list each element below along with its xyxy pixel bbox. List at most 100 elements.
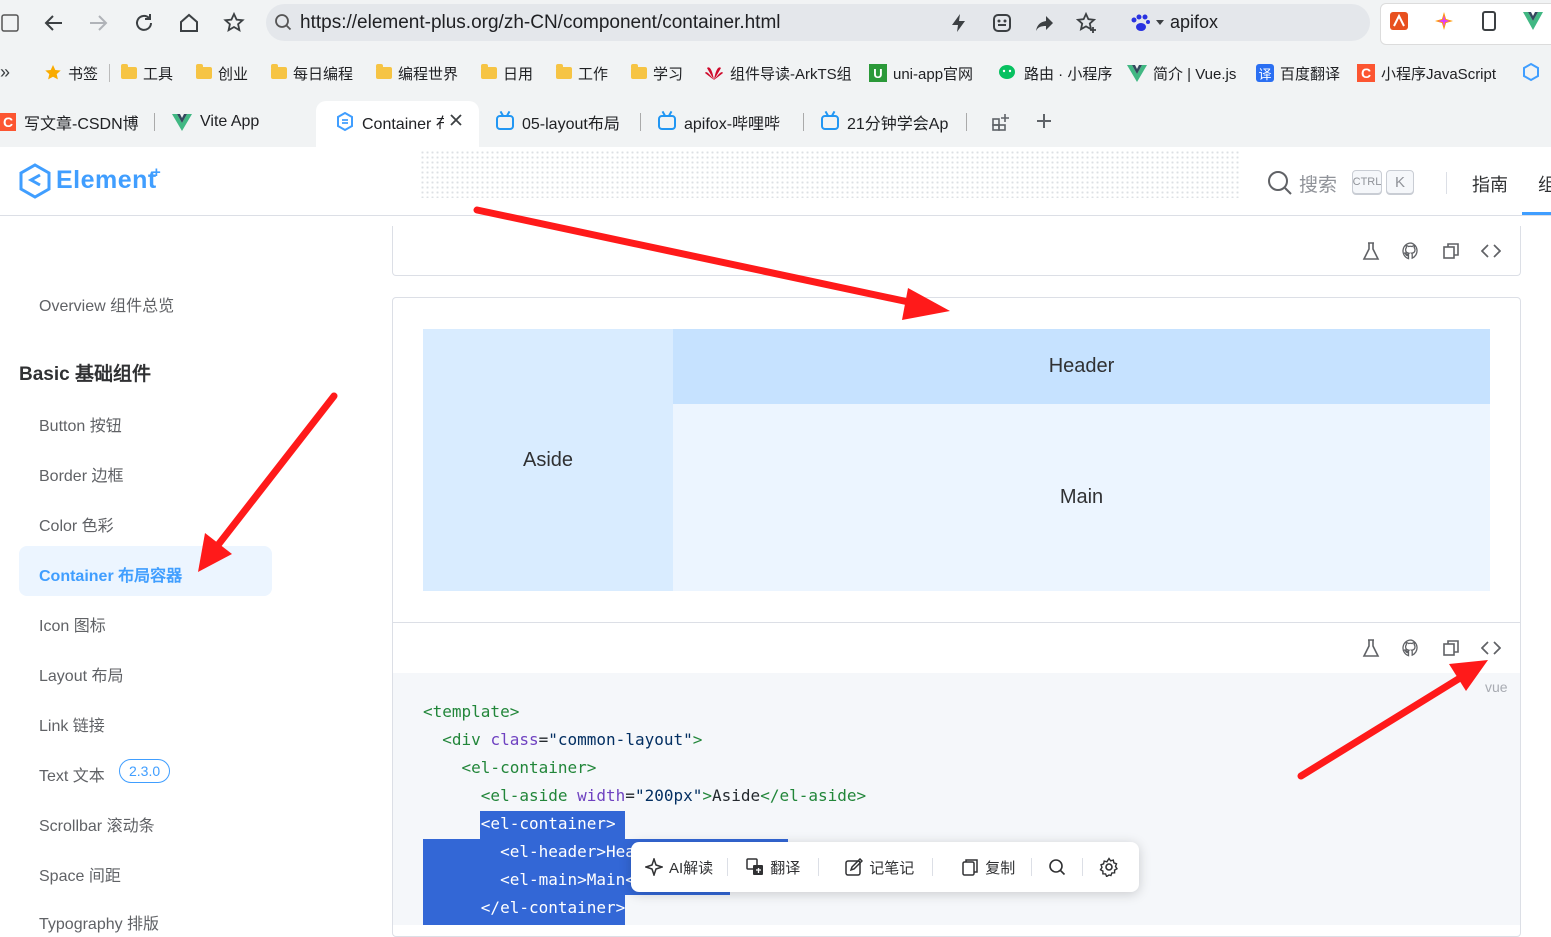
sidebar-item-icon[interactable]: Icon 图标 bbox=[39, 612, 106, 636]
bookmark-folder[interactable]: 工作 bbox=[556, 62, 608, 84]
element-logo-icon[interactable] bbox=[18, 163, 52, 199]
sidebar-item-link[interactable]: Link 链接 bbox=[39, 712, 105, 736]
bookmark-item[interactable]: 译 百度翻译 bbox=[1256, 62, 1340, 84]
nav-guide[interactable]: 指南 bbox=[1472, 171, 1508, 197]
bookmark-folder[interactable]: 日用 bbox=[481, 62, 533, 84]
github-icon[interactable] bbox=[1399, 239, 1423, 263]
bookmark-label: uni-app官网 bbox=[893, 65, 974, 83]
tab-groups-icon[interactable] bbox=[991, 112, 1011, 132]
reload-icon[interactable] bbox=[130, 9, 158, 37]
view-source-icon[interactable] bbox=[1479, 636, 1503, 660]
bookmark-folder[interactable]: 创业 bbox=[196, 62, 248, 84]
ai-explain-button[interactable]: AI解读 bbox=[631, 842, 727, 892]
code-token: = bbox=[538, 730, 549, 749]
divider bbox=[154, 113, 155, 131]
logo-text[interactable]: Element bbox=[56, 166, 157, 195]
playground-icon[interactable] bbox=[1359, 239, 1383, 263]
search-icon[interactable] bbox=[1267, 170, 1293, 196]
sidebar-overview[interactable]: Overview 组件总览 bbox=[39, 292, 174, 316]
extension-face-icon[interactable] bbox=[990, 11, 1014, 35]
sidebar-item-layout[interactable]: Layout 布局 bbox=[39, 662, 124, 686]
new-tab-icon[interactable] bbox=[1034, 111, 1054, 131]
code-token: </el-aside> bbox=[760, 786, 867, 805]
code-line: <el-main>Main< bbox=[423, 866, 635, 894]
copy-icon[interactable] bbox=[1439, 636, 1463, 660]
close-tab-icon[interactable] bbox=[449, 113, 463, 127]
sidebar-item-button[interactable]: Button 按钮 bbox=[39, 412, 122, 436]
kbd-k: K bbox=[1386, 170, 1414, 194]
sidebar-item-space[interactable]: Space 间距 bbox=[39, 862, 121, 886]
bookmark-item[interactable]: C 小程序JavaScript bbox=[1357, 62, 1509, 84]
pdf-extension-icon[interactable] bbox=[1390, 12, 1408, 30]
sidebar-item-scrollbar[interactable]: Scrollbar 滚动条 bbox=[39, 812, 155, 836]
code-token: <div bbox=[442, 730, 491, 749]
playground-icon[interactable] bbox=[1359, 636, 1383, 660]
more-bookmark-icon[interactable] bbox=[1521, 62, 1541, 82]
divider bbox=[393, 622, 1520, 623]
bookmark-label: 学习 bbox=[653, 65, 684, 83]
browser-tab[interactable]: apifox-哔哩哔 bbox=[658, 104, 788, 140]
selection-toolbar: AI解读 翻译 记笔记 复制 bbox=[631, 842, 1139, 892]
bookmark-item[interactable]: 书签 bbox=[44, 62, 98, 84]
back-icon[interactable] bbox=[40, 9, 68, 37]
tab-search-icon[interactable] bbox=[0, 9, 20, 37]
bilibili-icon bbox=[658, 114, 676, 130]
browser-tab[interactable]: 21分钟学会Ap bbox=[821, 104, 951, 140]
copy-button[interactable]: 复制 bbox=[933, 842, 1031, 892]
star-icon bbox=[45, 65, 61, 80]
nav-component[interactable]: 组件 bbox=[1538, 171, 1551, 197]
divider bbox=[109, 64, 110, 82]
bookmark-star-icon[interactable] bbox=[220, 9, 248, 37]
sidebar-item-typography[interactable]: Typography 排版 bbox=[39, 910, 159, 934]
bookmark-folder[interactable]: 编程世界 bbox=[376, 62, 458, 84]
bookmark-item[interactable]: 路由 · 小程序 bbox=[998, 62, 1112, 84]
demo-aside-label: Aside bbox=[522, 448, 574, 471]
lightning-icon[interactable] bbox=[947, 11, 971, 35]
sidebar-item-border[interactable]: Border 边框 bbox=[39, 462, 123, 486]
copy-icon[interactable] bbox=[1439, 239, 1463, 263]
sidebar-item-color[interactable]: Color 色彩 bbox=[39, 512, 114, 536]
share-icon[interactable] bbox=[1032, 11, 1056, 35]
view-source-icon[interactable] bbox=[1479, 239, 1503, 263]
logo-plus: + bbox=[152, 164, 161, 181]
bookmark-item[interactable]: 简介 | Vue.js bbox=[1127, 62, 1236, 84]
code-line: <el-header>Hea bbox=[423, 838, 635, 866]
bookmark-label: 路由 · 小程序 bbox=[1024, 65, 1113, 83]
code-token: <el-container> bbox=[480, 814, 616, 833]
profile-switcher[interactable]: apifox bbox=[1130, 12, 1218, 33]
chevron-double-right-icon[interactable]: » bbox=[0, 62, 10, 83]
sidebar-group-title: Basic 基础组件 bbox=[19, 364, 151, 385]
sparkle-extension-icon[interactable] bbox=[1434, 11, 1454, 31]
home-icon[interactable] bbox=[175, 9, 203, 37]
bookmark-folder[interactable]: 每日编程 bbox=[271, 62, 353, 84]
take-note-button[interactable]: 记笔记 bbox=[819, 842, 932, 892]
favorite-add-icon[interactable] bbox=[1075, 11, 1099, 35]
sidebar-item-text[interactable]: Text 文本 bbox=[39, 762, 105, 786]
translate-icon: 译 bbox=[1256, 64, 1274, 82]
note-edit-icon bbox=[845, 858, 864, 876]
forward-icon[interactable] bbox=[84, 9, 112, 37]
phone-extension-icon[interactable] bbox=[1481, 11, 1497, 31]
browser-tab[interactable]: 05-layout布局 bbox=[496, 104, 626, 140]
code-token: </el-container> bbox=[480, 898, 626, 917]
sidebar-item-container[interactable]: Container 布局容器 bbox=[39, 562, 182, 586]
vue-devtools-icon[interactable] bbox=[1523, 12, 1543, 30]
bookmark-item[interactable]: 组件导读-ArkTS组 bbox=[704, 62, 856, 84]
translate-label: 翻译 bbox=[770, 859, 801, 877]
bookmark-folder[interactable]: 学习 bbox=[631, 62, 683, 84]
csdn-icon: C bbox=[1357, 64, 1375, 82]
search-label[interactable]: 搜索 bbox=[1299, 170, 1337, 197]
browser-tab-active[interactable]: Container 布 bbox=[336, 104, 444, 140]
settings-button[interactable] bbox=[1083, 842, 1135, 892]
bookmark-label: 百度翻译 bbox=[1280, 65, 1341, 83]
site-info-icon[interactable] bbox=[274, 13, 292, 31]
folder-icon bbox=[631, 64, 647, 79]
code-token: width bbox=[577, 786, 626, 805]
browser-tab[interactable]: C 写文章-CSDN博 bbox=[0, 104, 140, 140]
github-icon[interactable] bbox=[1399, 636, 1423, 660]
bookmark-folder[interactable]: 工具 bbox=[121, 62, 173, 84]
translate-button[interactable]: 翻译 bbox=[728, 842, 818, 892]
browser-tab[interactable]: Vite App bbox=[172, 104, 302, 140]
bookmark-item[interactable]: U uni-app官网 bbox=[869, 62, 973, 84]
search-button[interactable] bbox=[1032, 842, 1082, 892]
